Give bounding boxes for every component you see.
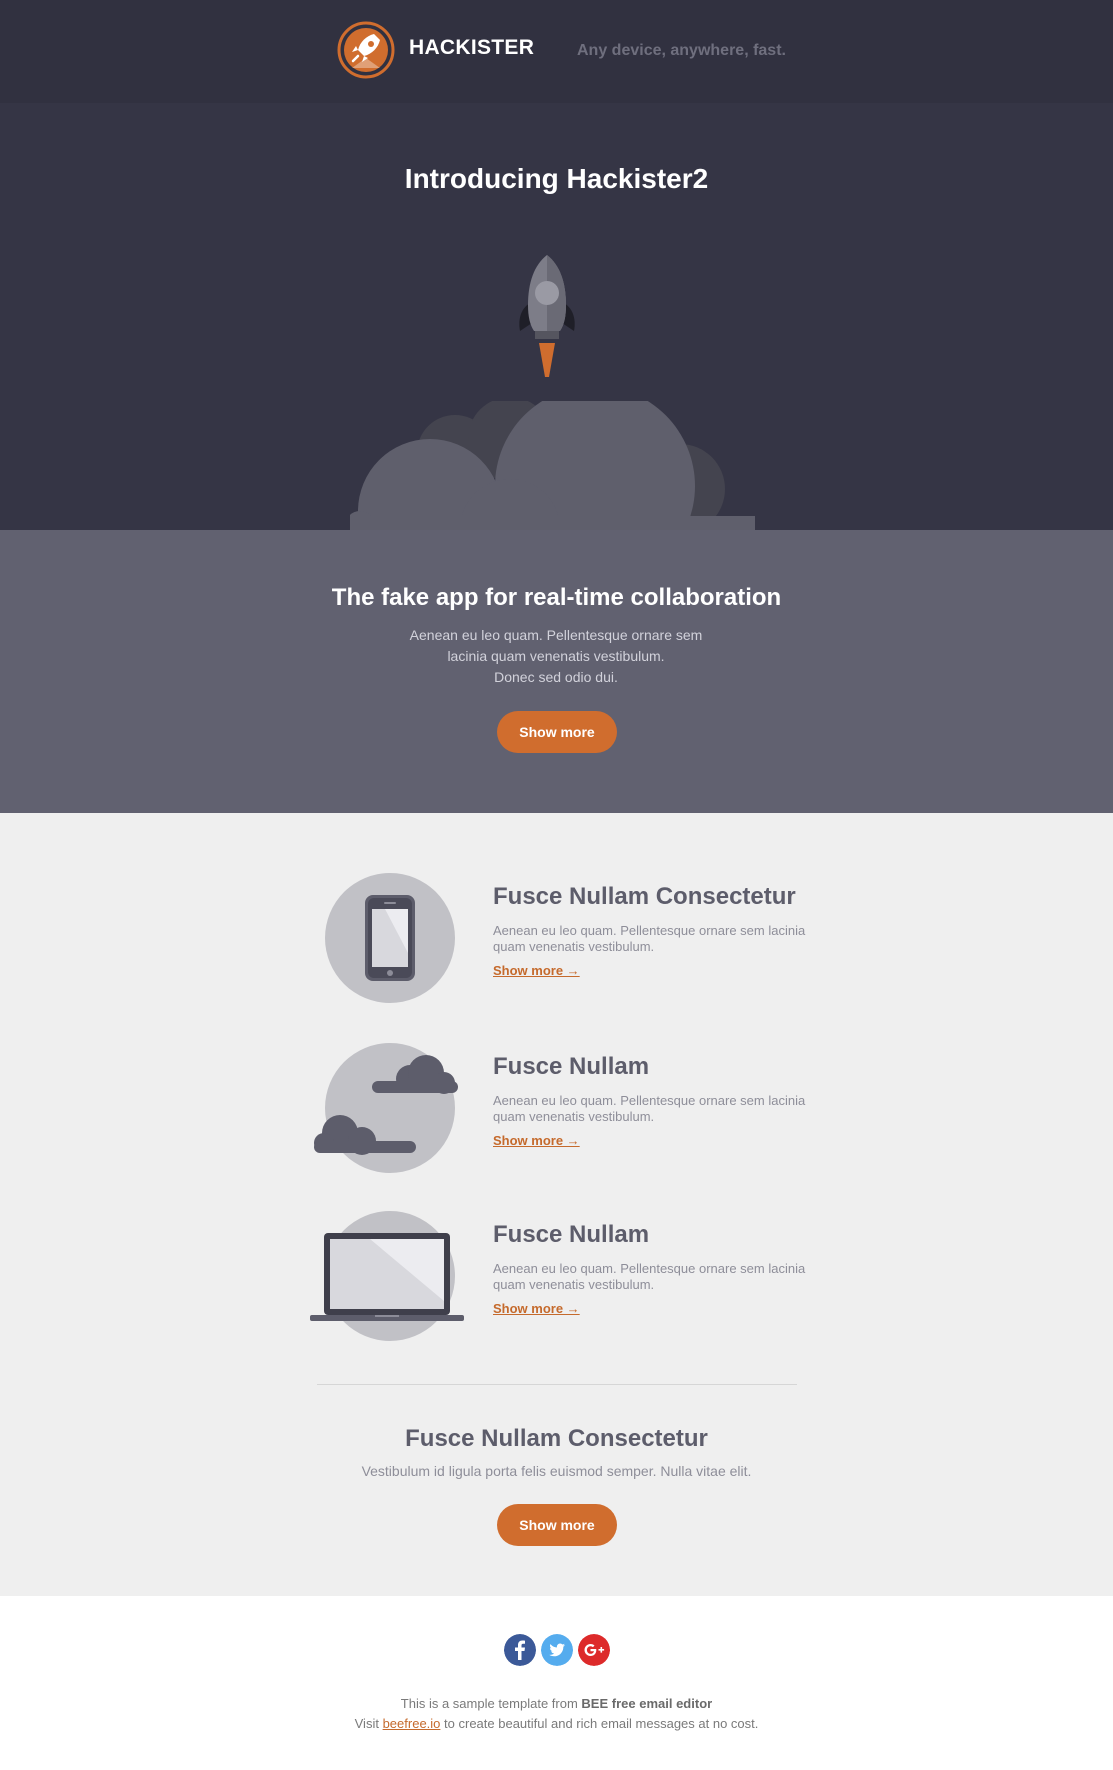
show-more-button[interactable]: Show more [497, 1504, 617, 1546]
feature-text: Aenean eu leo quam. Pellentesque ornare … [493, 1261, 806, 1292]
show-more-button[interactable]: Show more [497, 711, 617, 753]
google-plus-icon[interactable] [578, 1634, 610, 1666]
feature-item: Fusce Nullam Aenean eu leo quam. Pellent… [310, 1211, 810, 1351]
cloud-icon [314, 1055, 458, 1155]
footer-line-1-prefix: This is a sample template from [400, 1696, 578, 1711]
cloud-illustration [350, 401, 755, 531]
feature-title: Fusce Nullam [493, 1053, 650, 1080]
features-section: Fusce Nullam Consectetur Aenean eu leo q… [0, 813, 1113, 1596]
header: HACKISTER Any device, anywhere, fast. [0, 0, 1113, 103]
footer-text: This is a sample template from BEE free … [0, 1694, 1113, 1734]
feature-show-more-link[interactable]: Show more → [493, 1301, 580, 1316]
laptop-icon [310, 1233, 464, 1321]
footer-editor-name: BEE free email editor [581, 1696, 713, 1711]
feature-item: Fusce Nullam Aenean eu leo quam. Pellent… [310, 1043, 810, 1183]
intro-line-3: Donec sed odio dui. [494, 669, 618, 685]
rocket-icon [519, 255, 575, 377]
feature-text: Aenean eu leo quam. Pellentesque ornare … [493, 923, 806, 954]
header-tagline: Any device, anywhere, fast. [577, 42, 786, 59]
rocket-logo-icon[interactable] [336, 20, 396, 80]
footer: This is a sample template from BEE free … [0, 1596, 1113, 1770]
footer-line-2-suffix: to create beautiful and rich email messa… [444, 1716, 759, 1731]
bottom-title: Fusce Nullam Consectetur [405, 1425, 708, 1452]
intro-line-1: Aenean eu leo quam. Pellentesque ornare … [409, 627, 703, 643]
facebook-icon[interactable] [504, 1634, 536, 1666]
feature-show-more-link[interactable]: Show more → [493, 963, 580, 978]
brand-name: HACKISTER [409, 36, 535, 59]
intro-line-2: lacinia quam venenatis vestibulum. [447, 648, 665, 664]
section-divider [317, 1384, 797, 1385]
feature-text: Aenean eu leo quam. Pellentesque ornare … [493, 1093, 806, 1124]
hero-section: Introducing Hackister2 [0, 103, 1113, 531]
feature-show-more-link[interactable]: Show more → [493, 1133, 580, 1148]
feature-title: Fusce Nullam [493, 1221, 650, 1248]
footer-beefree-link[interactable]: beefree.io [383, 1716, 441, 1731]
hero-title: Introducing Hackister2 [404, 163, 709, 194]
intro-text: Aenean eu leo quam. Pellentesque ornare … [356, 625, 756, 688]
footer-line-2-prefix: Visit [354, 1716, 379, 1731]
feature-item: Fusce Nullam Consectetur Aenean eu leo q… [310, 873, 810, 1013]
bottom-text: Vestibulum id ligula porta felis euismod… [361, 1463, 752, 1479]
smartphone-icon [365, 895, 415, 981]
intro-section: The fake app for real-time collaboration… [0, 530, 1113, 813]
twitter-icon[interactable] [541, 1634, 573, 1666]
intro-title: The fake app for real-time collaboration [331, 584, 782, 611]
feature-title: Fusce Nullam Consectetur [493, 883, 796, 910]
